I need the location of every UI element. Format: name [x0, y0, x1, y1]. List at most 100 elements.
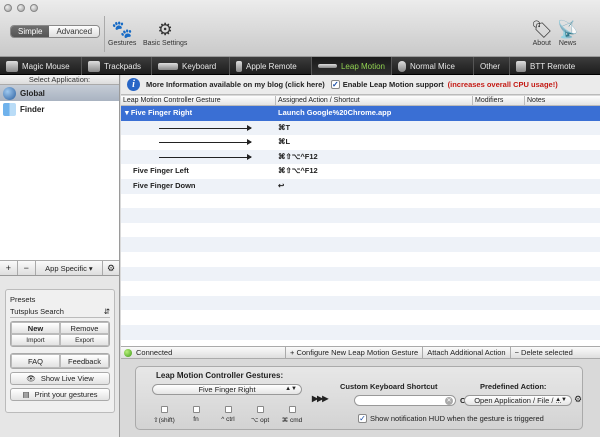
delete-selected-button[interactable]: − Delete selected: [509, 347, 577, 358]
column-header-gesture[interactable]: Leap Motion Controller Gesture: [121, 96, 276, 105]
enable-leap-motion-checkbox[interactable]: ✓: [330, 80, 340, 89]
trackpad-icon: [88, 60, 100, 72]
show-live-view-button[interactable]: 👁 Show Live View: [10, 372, 110, 385]
shortcut-recorder-field[interactable]: ✕: [354, 395, 456, 406]
remove-application-button[interactable]: −: [18, 261, 36, 275]
configure-gesture-button[interactable]: + Configure New Leap Motion Gesture: [285, 347, 422, 358]
export-preset-button[interactable]: Export: [60, 334, 109, 346]
gestures-toolbar-button[interactable]: 🐾 Gestures: [108, 20, 136, 47]
table-row: [121, 310, 600, 325]
blog-link[interactable]: More Information available on my blog (c…: [146, 80, 325, 89]
table-row: [121, 324, 600, 340]
info-icon[interactable]: i: [127, 78, 140, 91]
clear-shortcut-icon[interactable]: ✕: [445, 397, 453, 405]
table-row: [121, 223, 600, 238]
predefined-action-value: Open Application / File / ...: [474, 396, 562, 405]
toolbar-divider: [104, 16, 105, 52]
table-row[interactable]: ⌘⇧⌥^F12: [121, 149, 600, 165]
hud-option: ✓ Show notification HUD when the gesture…: [358, 414, 544, 423]
new-preset-button[interactable]: New: [11, 322, 60, 334]
tab-apple-remote[interactable]: Apple Remote: [230, 57, 312, 75]
modifier-fn[interactable]: fn: [180, 406, 212, 424]
table-body: ▾ Five Finger Right Launch Google%20Chro…: [121, 106, 600, 340]
add-application-button[interactable]: +: [0, 261, 18, 275]
updown-chevron-icon: ▲▼: [555, 397, 567, 403]
action-cell: ⌘T: [278, 122, 291, 132]
table-row[interactable]: Five Finger Left ⌘⇧⌥^F12: [121, 164, 600, 179]
table-row[interactable]: ⌘L: [121, 135, 600, 150]
cmd-checkbox[interactable]: [288, 406, 296, 413]
table-row: [121, 281, 600, 296]
table-row: [121, 208, 600, 223]
leap-motion-icon: [318, 64, 337, 68]
print-icon: ▤: [22, 390, 30, 399]
app-specific-dropdown[interactable]: App Specific ▾: [36, 261, 104, 275]
shortcut-title: Custom Keyboard Shortcut: [340, 382, 438, 391]
modifier-cmd[interactable]: ⌘ cmd: [276, 406, 308, 424]
modifier-shift[interactable]: ⇧(shift): [148, 406, 180, 424]
show-hud-checkbox[interactable]: ✓: [358, 414, 367, 423]
gesture-select-value: Five Finger Right: [198, 385, 256, 394]
btt-remote-icon: [516, 60, 526, 72]
close-window-button[interactable]: [4, 4, 12, 12]
modifier-label: ⌥ opt: [250, 417, 270, 424]
tab-label: BTT Remote: [530, 61, 576, 71]
remove-preset-button[interactable]: Remove: [60, 322, 109, 334]
tab-btt-remote[interactable]: BTT Remote: [510, 57, 600, 75]
window-controls: [4, 4, 38, 12]
status-text: Connected: [136, 347, 173, 357]
tab-normal-mice[interactable]: Normal Mice: [392, 57, 474, 75]
mouse-icon: [6, 60, 18, 72]
mode-advanced-button[interactable]: Advanced: [49, 26, 100, 37]
print-gestures-button[interactable]: ▤ Print your gestures: [10, 388, 110, 401]
ctrl-checkbox[interactable]: [224, 406, 232, 413]
tab-magic-mouse[interactable]: Magic Mouse: [0, 57, 82, 75]
app-item-finder[interactable]: Finder: [0, 101, 119, 117]
news-toolbar-button[interactable]: 📡 News: [557, 20, 578, 47]
table-row[interactable]: ▾ Five Finger Right Launch Google%20Chro…: [121, 106, 600, 121]
sidebar-settings-button[interactable]: ⚙: [103, 261, 119, 275]
table-row[interactable]: ⌘T: [121, 120, 600, 136]
globe-icon: [3, 86, 16, 100]
column-header-modifiers[interactable]: Modifiers: [473, 96, 525, 105]
preset-selector[interactable]: Tutsplus Search ⇵: [10, 307, 110, 318]
gestures-label: Gestures: [108, 40, 137, 47]
table-row[interactable]: Five Finger Down ↩: [121, 178, 600, 194]
shift-checkbox[interactable]: [160, 406, 168, 413]
tab-label: Magic Mouse: [22, 61, 70, 71]
app-item-global[interactable]: Global: [0, 85, 119, 101]
app-name: Global: [20, 88, 45, 98]
predefined-action-select[interactable]: Open Application / File / ... ▲▼: [464, 395, 572, 406]
about-toolbar-button[interactable]: 🏷 About: [531, 20, 553, 47]
minimize-window-button[interactable]: [17, 4, 25, 12]
tab-other[interactable]: Other: [474, 57, 510, 75]
faq-button[interactable]: FAQ: [11, 354, 60, 368]
tab-label: Normal Mice: [410, 61, 455, 71]
fn-checkbox[interactable]: [192, 406, 200, 413]
application-list-controls: + − App Specific ▾ ⚙: [0, 261, 119, 276]
tab-trackpads[interactable]: Trackpads: [82, 57, 152, 75]
gesture-select[interactable]: Five Finger Right ▲▼: [152, 384, 302, 395]
zoom-window-button[interactable]: [30, 4, 38, 12]
application-sidebar: Select Application: Global Finder + − Ap…: [0, 75, 120, 437]
attach-action-button[interactable]: Attach Additional Action: [422, 347, 509, 358]
modifier-ctrl[interactable]: ^ ctrl: [212, 406, 244, 424]
mode-simple-button[interactable]: Simple: [11, 26, 50, 37]
action-settings-gear-icon[interactable]: ⚙: [574, 394, 582, 405]
modifier-opt[interactable]: ⌥ opt: [244, 406, 276, 424]
enable-leap-motion-label: Enable Leap Motion support: [342, 80, 444, 89]
finder-icon: [3, 102, 16, 116]
import-preset-button[interactable]: Import: [11, 334, 60, 346]
tab-label: Trackpads: [104, 61, 142, 71]
gesture-cell: [121, 121, 276, 136]
basic-settings-toolbar-button[interactable]: ⚙ Basic Settings: [143, 20, 187, 47]
tab-leap-motion[interactable]: Leap Motion: [312, 57, 392, 75]
column-header-action[interactable]: Assigned Action / Shortcut: [276, 96, 473, 105]
presets-panel: Presets Tutsplus Search ⇵ New Remove Imp…: [5, 289, 115, 413]
feedback-button[interactable]: Feedback: [60, 354, 109, 368]
eye-icon: 👁: [26, 374, 36, 383]
tab-keyboard[interactable]: Keyboard: [152, 57, 230, 75]
tab-label: Leap Motion: [340, 61, 385, 71]
opt-checkbox[interactable]: [256, 406, 264, 413]
column-header-notes[interactable]: Notes: [525, 96, 600, 105]
